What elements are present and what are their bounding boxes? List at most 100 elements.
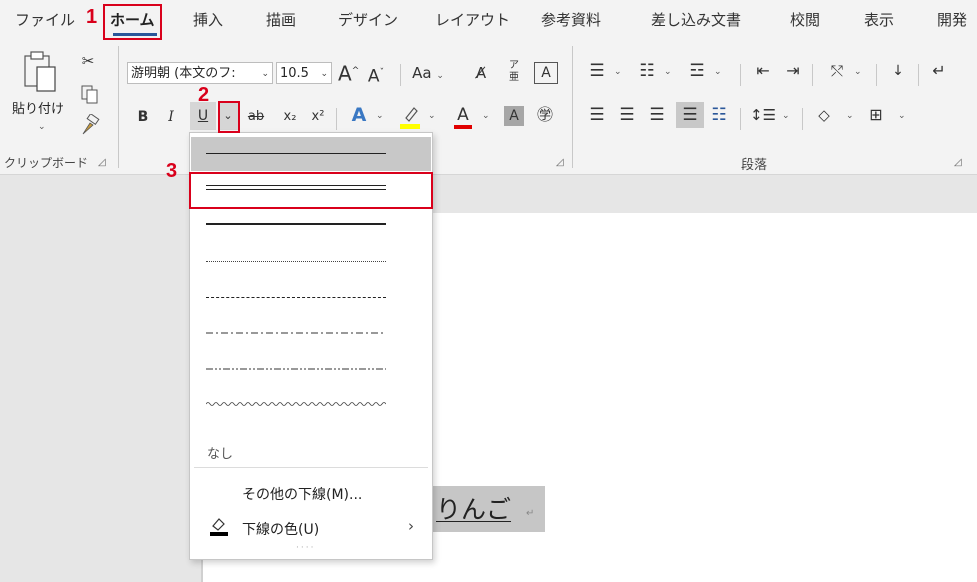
highlight-box-double-underline <box>189 172 433 209</box>
underline-style-dash-dot[interactable] <box>191 317 431 351</box>
paste-label[interactable]: 貼り付け <box>12 98 64 117</box>
document-text[interactable]: りんご <box>436 490 511 526</box>
line-spacing-icon[interactable]: ↕☰ <box>750 104 776 126</box>
line-spacing-dropdown-icon[interactable]: ⌄ <box>782 111 790 121</box>
tab-review[interactable]: 校閲 <box>790 9 820 30</box>
underline-style-thick[interactable] <box>191 207 431 241</box>
highlight-box-home-tab <box>103 4 162 40</box>
tab-references[interactable]: 参考資料 <box>541 9 601 30</box>
font-name-combo[interactable]: 游明朝 (本文のフ: ⌄ <box>127 62 273 84</box>
sort-icon[interactable]: ↓ <box>886 60 910 82</box>
distributed-icon[interactable]: ☷ <box>708 104 730 126</box>
bullets-icon[interactable]: ☰ <box>586 60 608 82</box>
tab-insert[interactable]: 挿入 <box>193 9 223 30</box>
font-color-dropdown-icon[interactable]: ⌄ <box>482 111 490 121</box>
step-number-3: 3 <box>166 160 178 182</box>
menu-resize-grip-icon[interactable]: ···· <box>296 543 315 553</box>
clipboard-group-label: クリップボード <box>4 156 89 170</box>
cut-icon[interactable]: ✂ <box>78 50 98 72</box>
increase-indent-icon[interactable]: ⇥ <box>782 60 804 82</box>
paragraph-mark: ↵ <box>526 508 535 519</box>
numbering-dropdown-icon[interactable]: ⌄ <box>664 67 672 77</box>
toolbar-separator <box>802 108 803 130</box>
clear-formatting-icon[interactable]: A̸ <box>470 62 492 84</box>
underline-style-wave[interactable] <box>191 389 431 423</box>
underline-style-single[interactable] <box>191 137 431 171</box>
tab-draw[interactable]: 描画 <box>266 9 296 30</box>
font-size-combo[interactable]: 10.5 ⌄ <box>276 62 332 84</box>
change-case-button[interactable]: Aa ⌄ <box>408 62 448 87</box>
menu-divider <box>194 467 428 468</box>
step-number-1: 1 <box>86 6 98 28</box>
font-launcher-icon[interactable]: ◿ <box>556 157 564 168</box>
text-effects-icon[interactable]: A <box>348 104 370 126</box>
toolbar-separator <box>876 64 877 86</box>
underline-style-dash-dot-dot[interactable] <box>191 353 431 387</box>
paste-icon <box>24 51 56 92</box>
superscript-button[interactable]: x² <box>308 106 328 128</box>
bullets-dropdown-icon[interactable]: ⌄ <box>614 67 622 77</box>
tab-layout[interactable]: レイアウト <box>435 9 510 30</box>
group-divider <box>118 46 119 168</box>
paragraph-launcher-icon[interactable]: ◿ <box>954 157 962 168</box>
multilevel-list-icon[interactable]: ☲ <box>686 60 708 82</box>
chevron-right-icon: › <box>408 517 414 535</box>
clipboard-launcher-icon[interactable]: ◿ <box>98 157 106 168</box>
grow-font-button[interactable]: A^ <box>338 60 359 85</box>
underline-color-icon <box>210 518 228 536</box>
tab-developer[interactable]: 開発 <box>937 9 967 30</box>
text-effects-dropdown-icon[interactable]: ⌄ <box>376 111 384 121</box>
underline-icon: U <box>197 108 209 124</box>
subscript-button[interactable]: x₂ <box>280 106 300 128</box>
decrease-indent-icon[interactable]: ⇤ <box>752 60 774 82</box>
shading-dropdown-icon[interactable]: ⌄ <box>846 111 854 121</box>
east-asian-layout-icon[interactable]: ⤲ <box>824 60 850 82</box>
align-right-icon[interactable]: ☰ <box>646 104 668 126</box>
bold-button[interactable]: B <box>135 106 151 128</box>
thick-line-sample <box>206 223 386 225</box>
ribbon-home: 貼り付け ⌄ ✂ クリップボード ◿ 游明朝 (本文のフ: ⌄ 10.5 ⌄ A… <box>0 40 977 175</box>
borders-icon[interactable]: ⊞ <box>864 104 888 126</box>
phonetic-guide-icon[interactable]: ア亜 <box>506 60 522 84</box>
show-paragraph-marks-icon[interactable]: ↵ <box>928 60 950 82</box>
single-line-sample <box>206 153 386 154</box>
toolbar-separator <box>400 64 401 86</box>
tab-file[interactable]: ファイル <box>15 9 75 30</box>
underline-style-dotted[interactable] <box>191 245 431 279</box>
toolbar-separator <box>740 64 741 86</box>
enclose-characters-icon[interactable]: ㊫ <box>534 104 556 126</box>
tab-mailings[interactable]: 差し込み文書 <box>651 9 741 30</box>
character-shading-icon[interactable]: A <box>504 106 524 126</box>
shrink-font-button[interactable]: Aˇ <box>366 62 386 88</box>
borders-dropdown-icon[interactable]: ⌄ <box>898 111 906 121</box>
dash-dot-dot-line-sample <box>206 368 386 370</box>
font-color-icon: A <box>457 105 469 125</box>
more-underlines-item[interactable]: その他の下線(M)... <box>242 484 362 504</box>
chevron-down-icon: ⌄ <box>261 69 269 79</box>
tab-view[interactable]: 表示 <box>864 9 894 30</box>
underline-none-option[interactable]: なし <box>207 443 233 462</box>
tab-design[interactable]: デザイン <box>338 9 398 30</box>
paste-button[interactable] <box>20 50 60 96</box>
east-asian-dropdown-icon[interactable]: ⌄ <box>854 67 862 77</box>
highlight-color-icon[interactable] <box>398 104 422 130</box>
underline-color-item[interactable]: 下線の色(U) <box>242 519 319 539</box>
shading-icon[interactable]: ◇ <box>812 104 836 126</box>
multilevel-dropdown-icon[interactable]: ⌄ <box>714 67 722 77</box>
strikethrough-icon[interactable]: ab <box>244 106 268 128</box>
dashed-line-sample <box>206 297 386 298</box>
dash-dot-line-sample <box>206 332 386 334</box>
italic-button[interactable]: I <box>163 106 179 128</box>
font-color-button[interactable]: A <box>452 104 474 130</box>
copy-icon[interactable] <box>80 84 100 106</box>
paste-dropdown-icon[interactable]: ⌄ <box>38 122 46 132</box>
justify-icon[interactable]: ☰ <box>676 102 704 128</box>
numbering-icon[interactable]: ☷ <box>636 60 658 82</box>
format-painter-icon[interactable] <box>79 114 101 136</box>
align-center-icon[interactable]: ☰ <box>616 104 638 126</box>
character-border-icon[interactable]: A <box>534 62 558 84</box>
underline-style-dashed[interactable] <box>191 281 431 315</box>
highlight-dropdown-icon[interactable]: ⌄ <box>428 111 436 121</box>
font-name-value: 游明朝 (本文のフ: <box>131 66 236 81</box>
align-left-icon[interactable]: ☰ <box>586 104 608 126</box>
